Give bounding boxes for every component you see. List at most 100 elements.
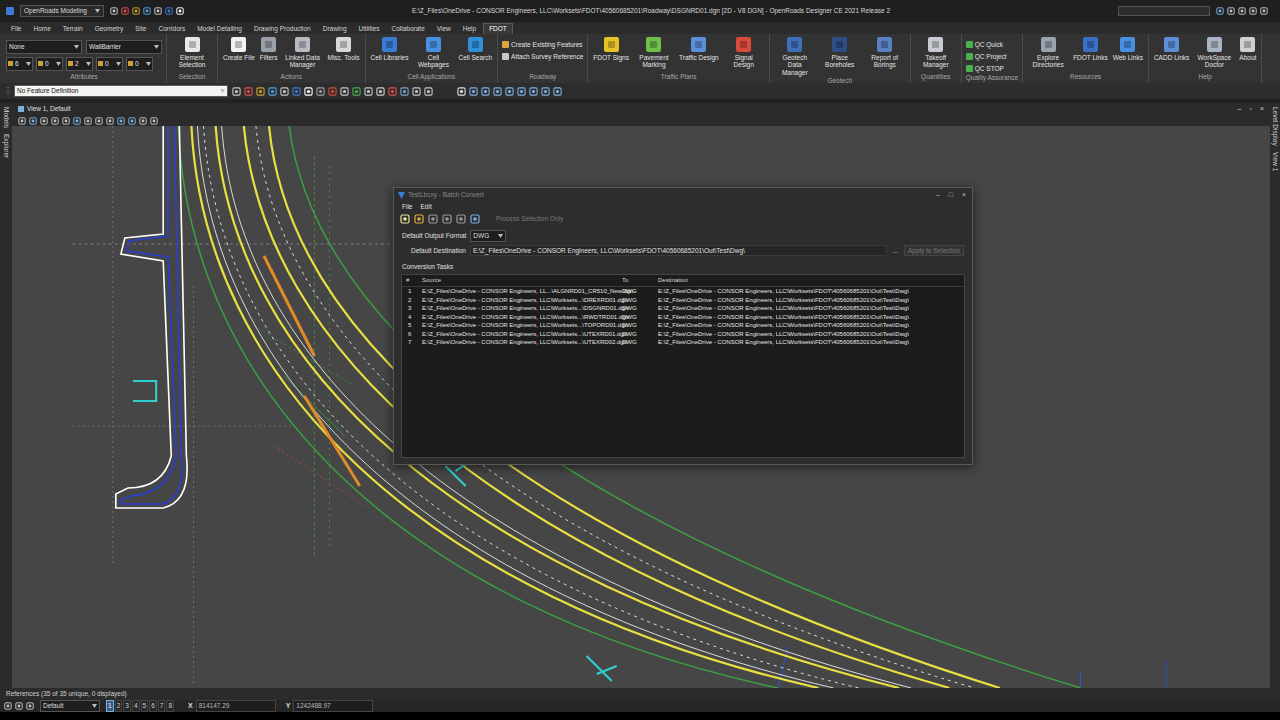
menu-tab[interactable]: Help bbox=[458, 24, 481, 34]
dialog-control[interactable]: – bbox=[936, 190, 940, 201]
tool-icon[interactable] bbox=[26, 702, 34, 710]
tool-icon[interactable] bbox=[442, 214, 452, 224]
tool-icon[interactable] bbox=[244, 87, 253, 96]
ribbon-button[interactable]: Filters bbox=[259, 36, 279, 61]
menu-tab[interactable]: Model Detailing bbox=[192, 24, 247, 34]
tool-icon[interactable] bbox=[132, 7, 140, 15]
tool-icon[interactable] bbox=[110, 7, 118, 15]
tool-icon[interactable] bbox=[154, 7, 162, 15]
tool-icon[interactable] bbox=[40, 117, 48, 125]
menu-tab[interactable]: Terrain bbox=[58, 24, 88, 34]
tool-icon[interactable] bbox=[4, 702, 12, 710]
attribute-field[interactable]: None bbox=[6, 40, 82, 54]
ribbon-button[interactable]: Pavement Marking bbox=[633, 36, 675, 69]
tool-icon[interactable] bbox=[280, 87, 289, 96]
ribbon-button[interactable]: FDOT Links bbox=[1072, 36, 1109, 61]
tool-icon[interactable] bbox=[529, 87, 538, 96]
ribbon-small-button[interactable]: QC Project bbox=[966, 52, 1007, 62]
tool-icon[interactable] bbox=[117, 117, 125, 125]
table-row[interactable]: 4E:\Z_Files\OneDrive - CONSOR Engineers,… bbox=[402, 313, 964, 322]
tool-icon[interactable] bbox=[1227, 7, 1235, 15]
attribute-field[interactable]: 2 bbox=[66, 57, 93, 71]
dialog-menu-item[interactable]: Edit bbox=[420, 202, 431, 212]
tool-icon[interactable] bbox=[165, 7, 173, 15]
tool-icon[interactable] bbox=[15, 702, 23, 710]
tool-icon[interactable] bbox=[1249, 7, 1257, 15]
attribute-field[interactable]: 0 bbox=[126, 57, 153, 71]
view-button[interactable]: 8 bbox=[166, 700, 174, 712]
tool-icon[interactable] bbox=[469, 87, 478, 96]
menu-tab[interactable]: Geometry bbox=[90, 24, 129, 34]
menu-tab[interactable]: Site bbox=[130, 24, 151, 34]
search-box[interactable] bbox=[1118, 6, 1210, 16]
menu-tab[interactable]: Drawing Production bbox=[249, 24, 316, 34]
tool-icon[interactable] bbox=[256, 87, 265, 96]
menu-tab[interactable]: File bbox=[6, 24, 26, 34]
menu-tab[interactable]: Drawing bbox=[318, 24, 352, 34]
attribute-field[interactable]: WallBarrier bbox=[86, 40, 162, 54]
menu-tab[interactable]: Collaborate bbox=[387, 24, 430, 34]
tool-icon[interactable] bbox=[352, 87, 361, 96]
x-coordinate[interactable]: 814147.29 bbox=[196, 700, 276, 712]
tool-icon[interactable] bbox=[95, 117, 103, 125]
tool-icon[interactable] bbox=[304, 87, 313, 96]
ribbon-button[interactable]: Misc. Tools bbox=[327, 36, 361, 61]
output-format-dropdown[interactable]: DWG bbox=[470, 230, 506, 242]
tool-icon[interactable] bbox=[517, 87, 526, 96]
ribbon-button[interactable]: Explore Directories bbox=[1027, 36, 1069, 69]
tool-icon[interactable] bbox=[456, 214, 466, 224]
batch-convert-dialog[interactable]: TestLbcxy - Batch Convert–□×FileEditProc… bbox=[393, 187, 973, 465]
tool-icon[interactable] bbox=[340, 87, 349, 96]
tool-icon[interactable] bbox=[481, 87, 490, 96]
menu-tab[interactable]: Home bbox=[28, 24, 55, 34]
ribbon-button[interactable]: Cell Search bbox=[457, 36, 493, 61]
tool-icon[interactable] bbox=[232, 87, 241, 96]
table-row[interactable]: 7E:\Z_Files\OneDrive - CONSOR Engineers,… bbox=[402, 338, 964, 347]
side-tab[interactable]: Models bbox=[1, 107, 11, 128]
ribbon-button[interactable]: CADD Links bbox=[1153, 36, 1190, 61]
tool-icon[interactable] bbox=[84, 117, 92, 125]
y-coordinate[interactable]: 1242488.97 bbox=[293, 700, 373, 712]
view-button[interactable]: 3 bbox=[123, 700, 131, 712]
ribbon-button[interactable]: Takeoff Manager bbox=[915, 36, 957, 69]
tool-icon[interactable] bbox=[176, 7, 184, 15]
tool-icon[interactable] bbox=[62, 117, 70, 125]
tool-icon[interactable] bbox=[428, 214, 438, 224]
view-button[interactable]: 6 bbox=[149, 700, 157, 712]
ribbon-small-button[interactable]: Create Existing Features bbox=[502, 40, 583, 50]
dialog-control[interactable]: × bbox=[962, 190, 966, 201]
tool-icon[interactable] bbox=[400, 87, 409, 96]
table-row[interactable]: 5E:\Z_Files\OneDrive - CONSOR Engineers,… bbox=[402, 321, 964, 330]
view-button[interactable]: 1 bbox=[106, 700, 114, 712]
view-button[interactable]: 4 bbox=[132, 700, 140, 712]
view-button[interactable]: 2 bbox=[115, 700, 123, 712]
tool-icon[interactable] bbox=[121, 7, 129, 15]
ribbon-button[interactable]: Web Links bbox=[1112, 36, 1144, 61]
view-control[interactable]: – bbox=[1238, 104, 1242, 115]
menu-tab[interactable]: View bbox=[432, 24, 456, 34]
ribbon-button[interactable]: Geotech Data Manager bbox=[774, 36, 816, 76]
level-dropdown[interactable]: Default bbox=[40, 700, 100, 712]
tool-icon[interactable] bbox=[1260, 7, 1268, 15]
view-button[interactable]: 5 bbox=[141, 700, 149, 712]
table-row[interactable]: 6E:\Z_Files\OneDrive - CONSOR Engineers,… bbox=[402, 330, 964, 339]
ribbon-button[interactable]: Place Boreholes bbox=[819, 36, 861, 69]
process-selection-only[interactable]: Process Selection Only bbox=[496, 214, 563, 224]
view-control[interactable]: × bbox=[1260, 104, 1264, 115]
tool-icon[interactable] bbox=[412, 87, 421, 96]
ribbon-button[interactable]: About bbox=[1238, 36, 1257, 61]
tool-icon[interactable] bbox=[51, 117, 59, 125]
tool-icon[interactable] bbox=[414, 214, 424, 224]
ribbon-button[interactable]: Element Selection bbox=[171, 36, 213, 69]
table-row[interactable]: 1E:\Z_Files\OneDrive - CONSOR Engineers,… bbox=[402, 287, 964, 296]
ribbon-button[interactable]: Signal Design bbox=[723, 36, 765, 69]
tool-icon[interactable] bbox=[553, 87, 562, 96]
tool-icon[interactable] bbox=[388, 87, 397, 96]
tool-icon[interactable] bbox=[328, 87, 337, 96]
attribute-field[interactable]: 0 bbox=[96, 57, 123, 71]
tool-icon[interactable] bbox=[292, 87, 301, 96]
ribbon-button[interactable]: WorkSpace Doctor bbox=[1193, 36, 1235, 69]
tool-icon[interactable] bbox=[106, 117, 114, 125]
ribbon-button[interactable]: Traffic Design bbox=[678, 36, 720, 61]
view-control[interactable]: ▫ bbox=[1249, 104, 1251, 115]
